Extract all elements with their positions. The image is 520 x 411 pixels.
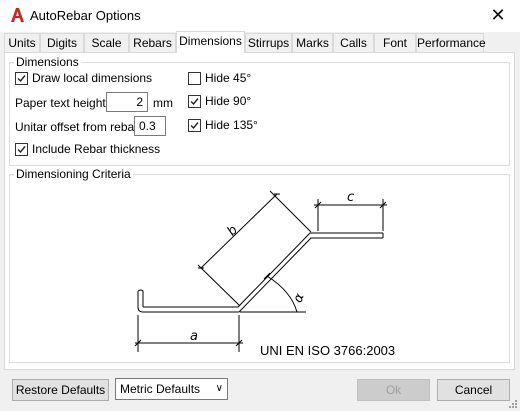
draw-local-dimensions-label: Draw local dimensions [32, 71, 153, 85]
dimensions-group: Dimensions Draw local dimensions Paper t… [9, 55, 510, 166]
dimensioning-criteria-group: Dimensioning Criteria a b c α UNI EN ISO… [9, 167, 510, 363]
tab-performance[interactable]: Performance [416, 33, 486, 52]
dimensions-group-label: Dimensions [14, 55, 81, 69]
resize-grip-icon[interactable] [509, 400, 517, 408]
draw-local-dimensions-checkbox[interactable] [15, 72, 28, 85]
paper-text-height-unit: mm [153, 96, 173, 110]
autocad-app-icon [11, 8, 24, 22]
ok-button[interactable]: Ok [357, 379, 430, 401]
tab-marks[interactable]: Marks [292, 33, 333, 52]
iso-standard-label: UNI EN ISO 3766:2003 [260, 343, 395, 358]
paper-text-height-label: Paper text height: [15, 96, 110, 110]
paper-text-height-input[interactable]: 2 [106, 92, 148, 112]
include-rebar-thickness-checkbox[interactable] [15, 143, 28, 156]
checkmark-icon [17, 75, 26, 83]
checkmark-icon [190, 122, 199, 130]
include-rebar-thickness-label: Include Rebar thickness [32, 142, 161, 156]
options-dialog: AutoRebar Options ✕ Units Digits Scale R… [0, 0, 520, 411]
hide-135-checkbox[interactable] [188, 119, 201, 132]
unitar-offset-label: Unitar offset from rebar: [15, 120, 142, 134]
tab-stirrups[interactable]: Stirrups [245, 33, 292, 52]
tab-units[interactable]: Units [4, 33, 40, 52]
cancel-button[interactable]: Cancel [437, 379, 510, 401]
restore-defaults-button[interactable]: Restore Defaults [12, 379, 109, 401]
tab-font[interactable]: Font [374, 33, 416, 52]
checkmark-icon [190, 98, 199, 106]
tab-scale[interactable]: Scale [84, 33, 129, 52]
window-title: AutoRebar Options [30, 8, 141, 23]
tab-digits[interactable]: Digits [40, 33, 84, 52]
tab-calls[interactable]: Calls [333, 33, 374, 52]
checkmark-icon [17, 146, 26, 154]
hide-90-checkbox[interactable] [188, 95, 201, 108]
dim-c-label: c [347, 190, 354, 205]
rebar-dimension-diagram: a b c α UNI EN ISO 3766:2003 [134, 190, 395, 358]
hide-45-checkbox[interactable] [188, 72, 201, 85]
hide-90-label: Hide 90° [205, 94, 252, 108]
hide-135-label: Hide 135° [205, 118, 258, 132]
dim-a-label: a [190, 329, 198, 344]
tab-rebars[interactable]: Rebars [129, 33, 176, 52]
title-bar: AutoRebar Options ✕ [0, 0, 520, 32]
tab-dimensions[interactable]: Dimensions [176, 31, 245, 53]
hide-45-label: Hide 45° [205, 71, 252, 85]
chevron-down-icon: ∨ [215, 383, 223, 394]
tab-panel: Dimensions Draw local dimensions Paper t… [4, 52, 515, 370]
unitar-offset-input[interactable]: 0.3 [134, 116, 166, 136]
dim-b-label: b [225, 223, 241, 239]
defaults-preset-select[interactable]: Metric Defaults ∨ [115, 378, 228, 400]
close-icon[interactable]: ✕ [476, 0, 520, 32]
defaults-preset-value: Metric Defaults [120, 382, 201, 396]
